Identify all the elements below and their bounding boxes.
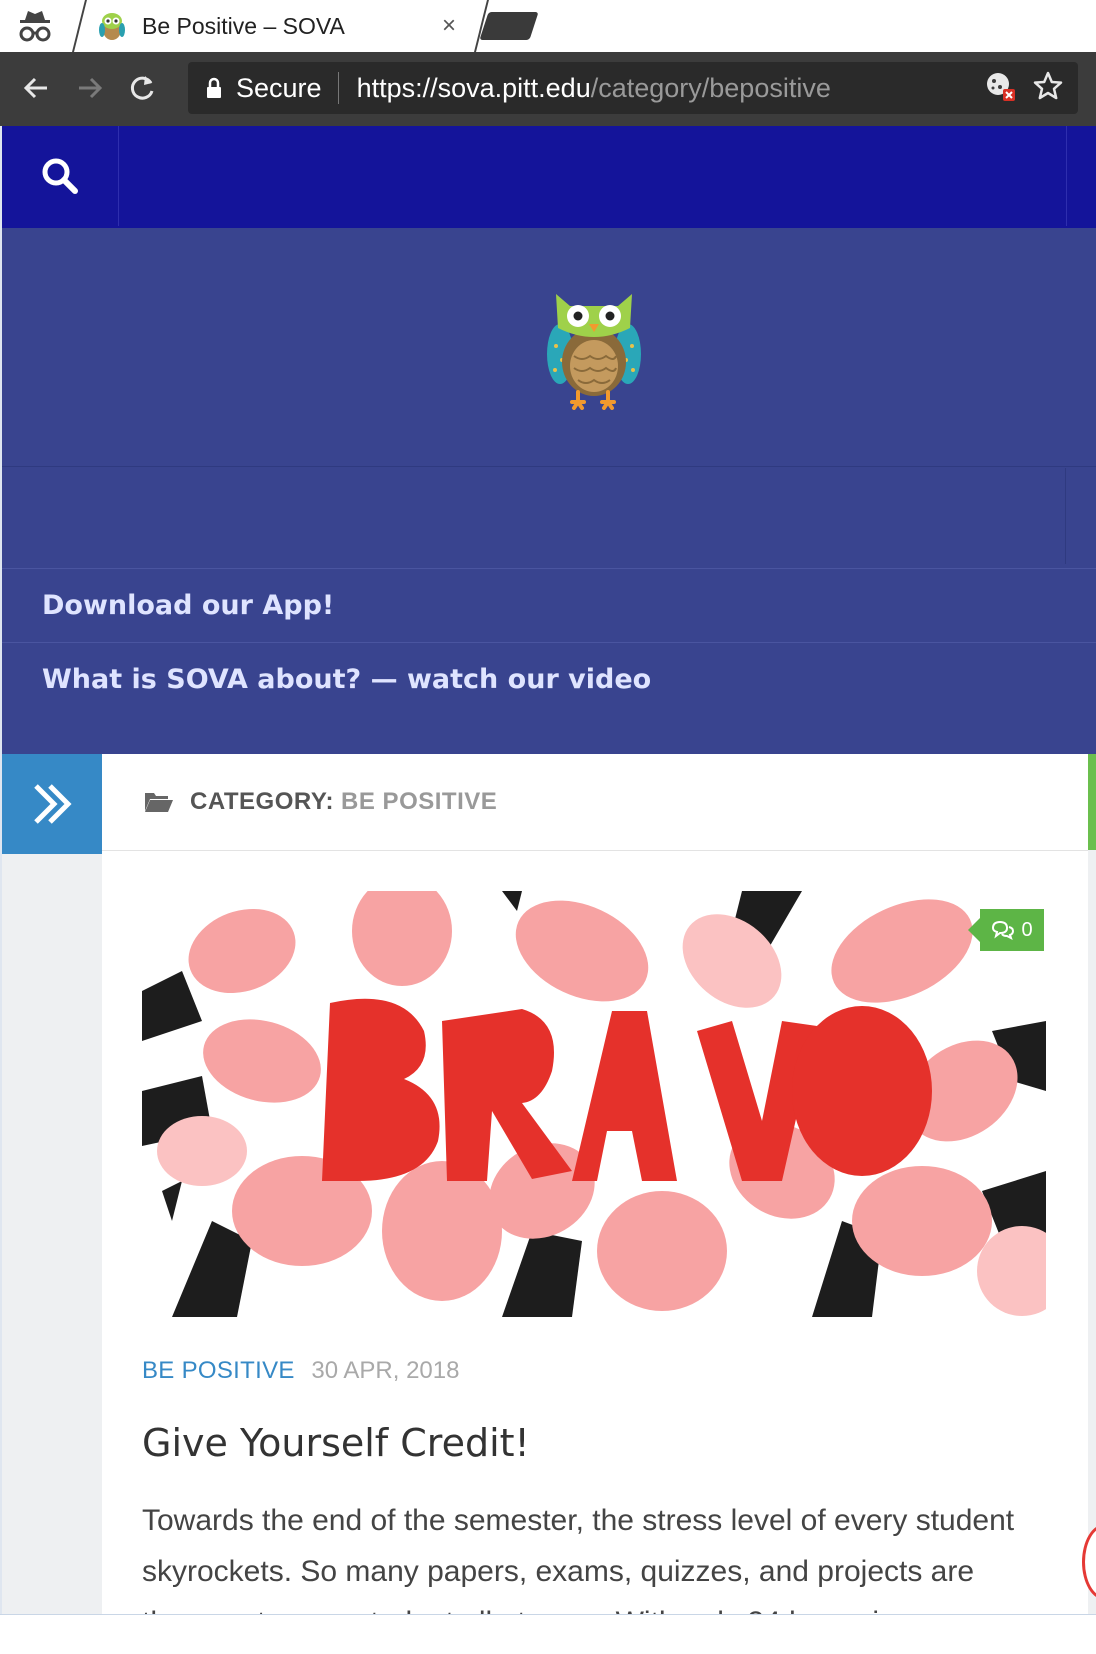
topbar-divider <box>1066 126 1067 226</box>
reload-button[interactable] <box>120 66 164 110</box>
sova-owl-logo[interactable] <box>542 284 646 410</box>
incognito-icon <box>19 11 51 42</box>
owl-favicon-icon <box>99 13 125 40</box>
sidebar-expand-button[interactable] <box>2 754 102 854</box>
omnibox-separator <box>337 72 339 104</box>
menu-divider <box>2 568 1096 569</box>
post-excerpt: Towards the end of the semester, the str… <box>142 1504 1015 1617</box>
comments-icon <box>992 920 1015 940</box>
double-chevron-right-icon <box>34 784 72 824</box>
comment-count-badge[interactable]: 0 <box>968 909 1044 951</box>
category-accent-bar <box>1088 754 1096 850</box>
browser-tab-strip: Be Positive – SOVA × <box>0 0 1096 52</box>
search-toggle-button[interactable] <box>2 126 119 226</box>
url-host: sova.pitt.edu <box>437 72 591 103</box>
lock-icon <box>207 77 221 98</box>
menu-item-watch-video[interactable]: What is SOVA about? — watch our video <box>42 664 651 695</box>
post-card: 0 BE POSITIVE 30 APR, 2018 Give Yourself… <box>102 851 1088 1631</box>
post-date: 30 APR, 2018 <box>311 1357 460 1384</box>
back-arrow-icon <box>23 77 47 99</box>
site-header: Download our App! What is SOVA about? — … <box>2 228 1096 754</box>
menu-divider <box>2 642 1096 643</box>
secure-label: Secure <box>236 72 322 103</box>
header-divider <box>2 466 1096 467</box>
new-tab-button[interactable] <box>479 12 539 40</box>
cookie-blocked-icon[interactable] <box>984 70 1016 102</box>
comment-count: 0 <box>1021 918 1033 941</box>
url-path: /category/bepositive <box>590 72 831 103</box>
reload-icon <box>130 76 154 100</box>
category-heading: CATEGORY: BE POSITIVE <box>102 754 1088 851</box>
post-category-link[interactable]: BE POSITIVE <box>142 1357 295 1384</box>
menu-item-download-app[interactable]: Download our App! <box>42 590 334 621</box>
post-thumbnail[interactable] <box>142 891 1046 1317</box>
main-content: CATEGORY: BE POSITIVE 0 BE POSITIVE 30 A… <box>2 754 1096 1631</box>
browser-toolbar: Secure https://sova.pitt.edu/category/be… <box>0 52 1096 126</box>
post-title[interactable]: Give Yourself Credit! <box>142 1421 530 1465</box>
tab-title: Be Positive – SOVA <box>142 12 345 39</box>
window-bottom-area <box>0 1614 1096 1654</box>
site-top-nav <box>2 126 1096 228</box>
tab-close-icon[interactable]: × <box>432 12 466 40</box>
bravo-hands-illustration <box>142 891 1046 1317</box>
bookmark-star-icon[interactable] <box>1032 70 1064 102</box>
post-meta: BE POSITIVE 30 APR, 2018 <box>142 1357 459 1385</box>
forward-arrow-icon <box>79 77 103 99</box>
category-name: BE POSITIVE <box>341 788 498 815</box>
header-vertical-divider <box>1065 468 1066 564</box>
url-scheme: https:// <box>356 72 438 103</box>
folder-open-icon <box>145 793 173 812</box>
search-icon <box>42 158 78 194</box>
forward-button[interactable] <box>68 66 112 110</box>
url-text[interactable]: https://sova.pitt.edu/category/bepositiv… <box>357 73 831 104</box>
back-button[interactable] <box>14 66 58 110</box>
address-bar[interactable]: Secure https://sova.pitt.edu/category/be… <box>188 62 1078 114</box>
category-label: CATEGORY: <box>190 788 335 815</box>
